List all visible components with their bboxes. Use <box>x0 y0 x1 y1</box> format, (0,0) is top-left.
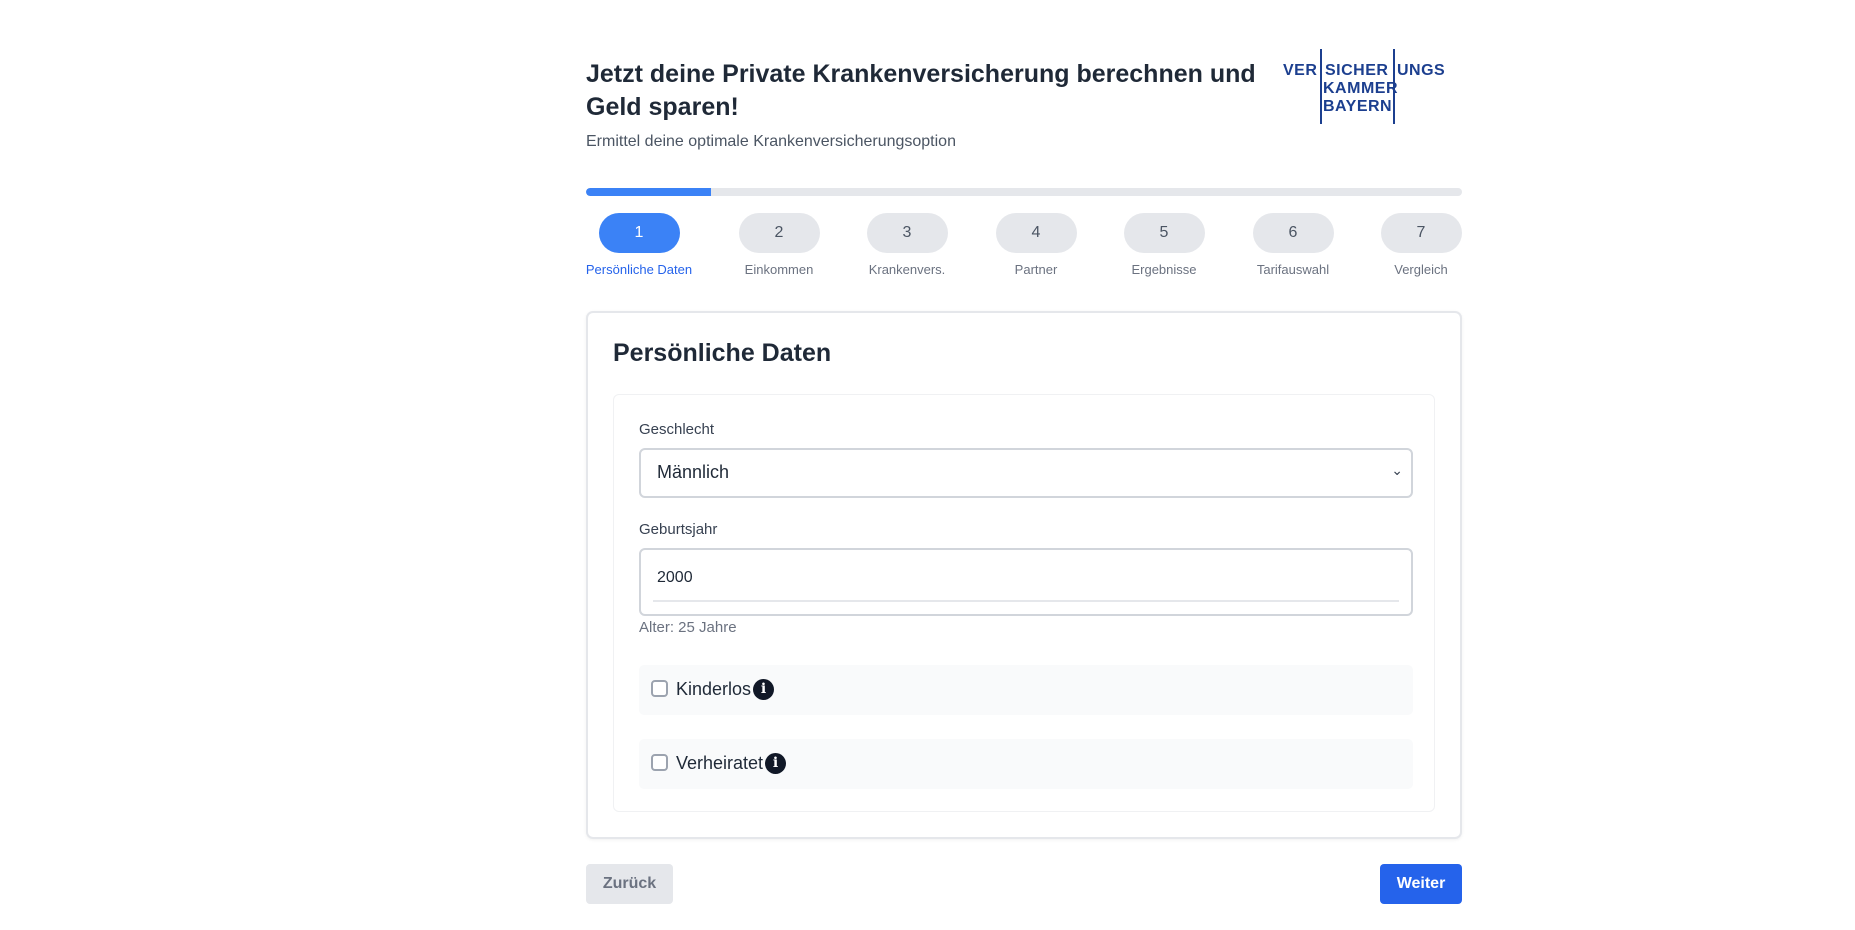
logo-divider-left <box>1320 49 1322 124</box>
chevron-down-icon: ⌄ <box>1391 462 1403 478</box>
step-2[interactable]: 2 Einkommen <box>719 213 839 277</box>
logo-text-sicher: SICHER <box>1325 62 1389 79</box>
childless-checkbox[interactable] <box>651 680 668 697</box>
childless-option[interactable]: Kinderlos i <box>639 665 1413 715</box>
age-helper-text: Alter: 25 Jahre <box>639 619 737 636</box>
progress-bar <box>586 188 1462 196</box>
step-label: Ergebnisse <box>1131 262 1197 277</box>
progress-bar-fill <box>586 188 712 196</box>
logo-text-ver: VER <box>1283 62 1318 79</box>
step-label: Einkommen <box>744 262 814 277</box>
logo-text-bayern: BAYERN <box>1323 98 1393 115</box>
childless-label: Kinderlos <box>676 679 752 699</box>
page-title: Jetzt deine Private Krankenversicherung … <box>586 60 1256 121</box>
birth-year-value: 2000 <box>657 569 693 586</box>
company-logo: VER SICHER UNGS KAMMER BAYERN <box>1283 49 1448 125</box>
page-header: Jetzt deine Private Krankenversicherung … <box>586 0 1462 160</box>
married-checkbox[interactable] <box>651 754 668 771</box>
personal-data-card: Persönliche Daten Geschlecht Männlich ⌄ … <box>586 311 1462 839</box>
step-1[interactable]: 1 Persönliche Daten <box>579 213 699 277</box>
step-3[interactable]: 3 Krankenvers. <box>847 213 967 277</box>
info-icon[interactable]: i <box>753 679 774 700</box>
step-label: Krankenvers. <box>868 262 946 277</box>
step-label: Vergleich <box>1394 262 1448 277</box>
logo-text-kammer: KAMMER <box>1323 80 1398 97</box>
step-6[interactable]: 6 Tarifauswahl <box>1233 213 1353 277</box>
info-icon[interactable]: i <box>765 753 786 774</box>
step-number: 6 <box>1252 213 1334 253</box>
step-number: 5 <box>1123 213 1205 253</box>
input-underline <box>653 600 1399 602</box>
birth-year-input[interactable]: 2000 <box>639 548 1413 616</box>
step-number: 1 <box>598 213 680 253</box>
step-number: 2 <box>738 213 820 253</box>
next-button[interactable]: Weiter <box>1380 864 1462 904</box>
gender-select[interactable]: Männlich ⌄ <box>639 448 1413 498</box>
back-button[interactable]: Zurück <box>586 864 673 904</box>
step-label: Persönliche Daten <box>585 262 693 277</box>
step-5[interactable]: 5 Ergebnisse <box>1104 213 1224 277</box>
page-subtitle: Ermittel deine optimale Krankenversicher… <box>586 133 956 150</box>
form-section: Geschlecht Männlich ⌄ Geburtsjahr 2000 A… <box>613 394 1435 812</box>
step-7[interactable]: 7 Vergleich <box>1361 213 1481 277</box>
married-option[interactable]: Verheiratet i <box>639 739 1413 789</box>
gender-label: Geschlecht <box>639 421 715 438</box>
step-4[interactable]: 4 Partner <box>976 213 1096 277</box>
page-container: Jetzt deine Private Krankenversicherung … <box>586 0 1462 904</box>
birth-year-label: Geburtsjahr <box>639 521 718 538</box>
logo-text-ungs: UNGS <box>1397 62 1446 79</box>
step-label: Partner <box>1014 262 1058 277</box>
step-indicator: 1 Persönliche Daten 2 Einkommen 3 Kranke… <box>586 213 1462 283</box>
step-number: 7 <box>1380 213 1462 253</box>
married-label: Verheiratet <box>676 753 764 773</box>
step-number: 3 <box>866 213 948 253</box>
card-title: Persönliche Daten <box>613 339 832 367</box>
step-label: Tarifauswahl <box>1256 262 1330 277</box>
step-number: 4 <box>995 213 1077 253</box>
gender-select-value: Männlich <box>657 462 730 482</box>
